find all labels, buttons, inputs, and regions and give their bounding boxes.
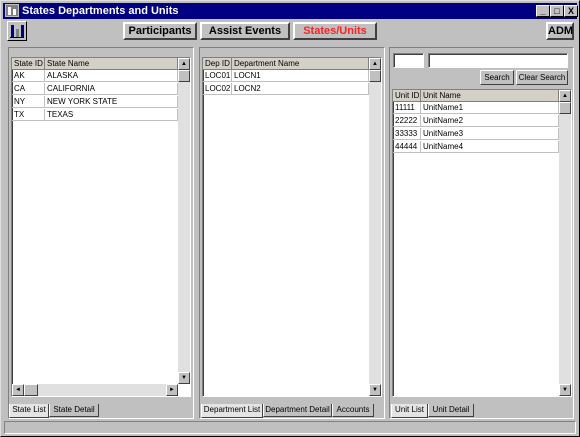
table-row[interactable]: LOC02 LOCN2 xyxy=(203,83,369,95)
unit-id-cell: 11111 xyxy=(393,102,421,114)
title-bar[interactable]: States Departments and Units _ □ X xyxy=(3,3,578,19)
state-name-cell: ALASKA xyxy=(45,70,178,82)
departments-vertical-scrollbar[interactable]: ▲ ▼ xyxy=(369,58,381,396)
states-grid[interactable]: State ID State Name AK ALASKA CA CALIFOR… xyxy=(11,57,191,397)
department-name-cell: LOCN2 xyxy=(232,83,369,95)
unit-name-search-input[interactable] xyxy=(428,53,568,68)
maximize-button[interactable]: □ xyxy=(550,5,564,17)
table-row[interactable]: LOC01 LOCN1 xyxy=(203,70,369,82)
scroll-thumb[interactable] xyxy=(178,70,190,82)
department-name-cell: LOCN1 xyxy=(232,70,369,82)
table-row[interactable]: 33333 UnitName3 xyxy=(393,128,559,140)
states-vertical-scrollbar[interactable]: ▲ ▼ xyxy=(178,58,190,384)
search-button[interactable]: Search xyxy=(480,70,514,85)
scroll-down-arrow-icon[interactable]: ▼ xyxy=(559,384,571,396)
units-panel: Search Clear Search Unit ID Unit Name 11… xyxy=(389,47,574,419)
column-header-unit-id[interactable]: Unit ID xyxy=(393,90,421,102)
column-header-dep-id[interactable]: Dep ID xyxy=(203,58,232,70)
table-row[interactable]: 44444 UnitName4 xyxy=(393,141,559,153)
unit-name-cell: UnitName1 xyxy=(421,102,559,114)
departments-panel: Dep ID Department Name LOC01 LOCN1 LOC02… xyxy=(199,47,385,419)
table-row[interactable]: AK ALASKA xyxy=(12,70,178,82)
states-grid-header: State ID State Name xyxy=(12,58,178,70)
state-id-cell: NY xyxy=(12,96,45,108)
table-row[interactable]: NY NEW YORK STATE xyxy=(12,96,178,108)
scroll-up-arrow-icon[interactable]: ▲ xyxy=(369,58,381,70)
scroll-down-arrow-icon[interactable]: ▼ xyxy=(178,372,190,384)
scroll-thumb[interactable] xyxy=(559,102,571,114)
state-id-cell: TX xyxy=(12,109,45,121)
states-units-button[interactable]: States/Units xyxy=(293,22,377,40)
states-panel: State ID State Name AK ALASKA CA CALIFOR… xyxy=(8,47,194,419)
units-grid[interactable]: Unit ID Unit Name 11111 UnitName1 22222 … xyxy=(392,89,572,397)
tab-department-detail[interactable]: Department Detail xyxy=(263,404,332,417)
tab-state-detail[interactable]: State Detail xyxy=(49,404,99,417)
unit-id-cell: 44444 xyxy=(393,141,421,153)
state-name-cell: NEW YORK STATE xyxy=(45,96,178,108)
states-horizontal-scrollbar[interactable]: ◄ ► xyxy=(12,384,178,396)
scroll-right-arrow-icon[interactable]: ► xyxy=(166,384,178,396)
close-button[interactable]: X xyxy=(564,5,578,17)
clear-search-button[interactable]: Clear Search xyxy=(516,70,568,85)
scroll-down-arrow-icon[interactable]: ▼ xyxy=(369,384,381,396)
table-row[interactable]: CA CALIFORNIA xyxy=(12,83,178,95)
departments-grid-header: Dep ID Department Name xyxy=(203,58,369,70)
state-name-cell: CALIFORNIA xyxy=(45,83,178,95)
units-vertical-scrollbar[interactable]: ▲ ▼ xyxy=(559,90,571,396)
dep-id-cell: LOC01 xyxy=(205,70,232,82)
dep-id-cell: LOC02 xyxy=(205,83,232,95)
scroll-up-arrow-icon[interactable]: ▲ xyxy=(178,58,190,70)
unit-id-cell: 33333 xyxy=(393,128,421,140)
unit-id-search-input[interactable] xyxy=(393,53,424,68)
toolbar: Participants Assist Events States/Units … xyxy=(3,20,577,44)
window-app-icon[interactable] xyxy=(5,4,19,17)
tab-state-list[interactable]: State List xyxy=(9,404,49,418)
app-building-icon[interactable] xyxy=(7,21,27,41)
departments-grid[interactable]: Dep ID Department Name LOC01 LOCN1 LOC02… xyxy=(202,57,382,397)
column-header-state-name[interactable]: State Name xyxy=(45,58,178,70)
scroll-thumb[interactable] xyxy=(369,70,381,82)
unit-name-cell: UnitName2 xyxy=(421,115,559,127)
participants-button[interactable]: Participants xyxy=(123,22,197,40)
table-row[interactable]: 11111 UnitName1 xyxy=(393,102,559,114)
minimize-button[interactable]: _ xyxy=(536,5,550,17)
unit-name-cell: UnitName4 xyxy=(421,141,559,153)
table-row[interactable]: TX TEXAS xyxy=(12,109,178,121)
state-id-cell: AK xyxy=(12,70,45,82)
table-row[interactable]: 22222 UnitName2 xyxy=(393,115,559,127)
units-grid-header: Unit ID Unit Name xyxy=(393,90,559,102)
scroll-up-arrow-icon[interactable]: ▲ xyxy=(559,90,571,102)
state-name-cell: TEXAS xyxy=(45,109,178,121)
column-header-state-id[interactable]: State ID xyxy=(12,58,45,70)
unit-id-cell: 22222 xyxy=(393,115,421,127)
column-header-unit-name[interactable]: Unit Name xyxy=(421,90,559,102)
tab-department-list[interactable]: Department List xyxy=(201,404,263,418)
scroll-left-arrow-icon[interactable]: ◄ xyxy=(12,384,24,396)
column-header-department-name[interactable]: Department Name xyxy=(232,58,369,70)
user-adm-button[interactable]: ADM xyxy=(546,22,574,40)
tab-unit-list[interactable]: Unit List xyxy=(391,404,428,418)
status-bar xyxy=(4,421,576,434)
window-title: States Departments and Units xyxy=(22,5,179,17)
state-id-cell: CA xyxy=(12,83,45,95)
tab-unit-detail[interactable]: Unit Detail xyxy=(428,404,474,417)
unit-name-cell: UnitName3 xyxy=(421,128,559,140)
scroll-thumb[interactable] xyxy=(24,384,38,396)
main-window: States Departments and Units _ □ X Parti… xyxy=(0,0,580,437)
tab-accounts[interactable]: Accounts xyxy=(332,404,374,417)
assist-events-button[interactable]: Assist Events xyxy=(200,22,290,40)
